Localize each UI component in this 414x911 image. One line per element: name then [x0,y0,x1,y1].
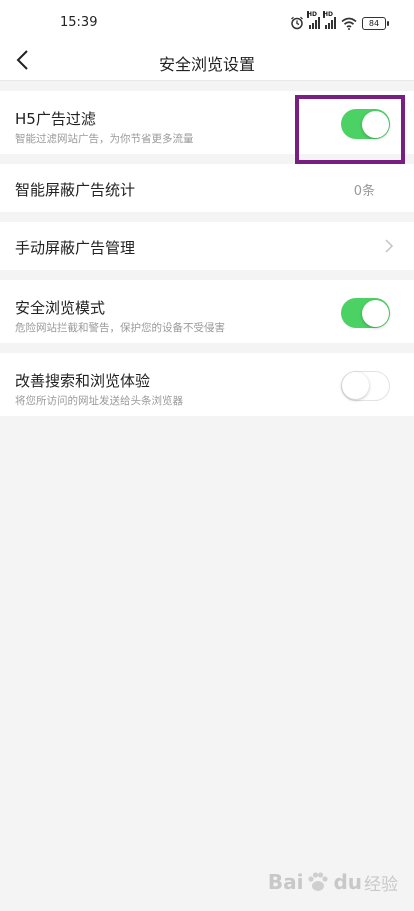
setting-manual-ad-block[interactable]: 手动屏蔽广告管理 [0,222,414,270]
ad-block-count: 0条 [353,184,375,199]
chevron-right-icon [385,239,394,253]
safe-browsing-toggle[interactable] [341,298,390,328]
hd-badge: HD [307,11,318,18]
improve-search-toggle[interactable] [341,371,390,401]
watermark-brand: Bai [267,870,304,894]
nav-bar: 安全浏览设置 [0,46,414,81]
setting-label: 手动屏蔽广告管理 [15,239,136,257]
highlight-box [295,95,405,164]
setting-description: 智能过滤网站广告，为你节省更多流量 [15,133,194,145]
watermark-cn: 经验 [364,874,398,895]
setting-improve-search: 改善搜索和浏览体验 将您所访问的网址发送给头条浏览器 [0,353,414,416]
signal-icon: HD [307,11,320,29]
signal-icon: HD [323,11,336,29]
setting-safe-browsing: 安全浏览模式 危险网站拦截和警告，保护您的设备不受侵害 [0,280,414,343]
watermark-brand-tail: du [333,870,362,894]
alarm-icon [291,16,303,30]
setting-label: 改善搜索和浏览体验 [15,372,151,390]
battery-icon: 84 [362,16,389,30]
status-icons: HD HD 84 [290,11,389,32]
paw-icon [308,872,329,891]
status-time: 15:39 [60,15,98,30]
page-title: 安全浏览设置 [158,55,255,74]
setting-description: 危险网站拦截和警告，保护您的设备不受侵害 [15,322,225,334]
setting-ad-block-stats[interactable]: 智能屏蔽广告统计 0条 [0,164,414,212]
setting-description: 将您所访问的网址发送给头条浏览器 [15,395,183,407]
setting-label: H5广告过滤 [15,110,96,128]
hd-badge: HD [323,11,334,18]
setting-label: 智能屏蔽广告统计 [15,181,136,199]
setting-label: 安全浏览模式 [15,299,106,317]
battery-level: 84 [368,18,380,28]
wifi-icon [341,17,357,30]
status-bar: 15:39 HD HD 84 [0,0,414,46]
toggle-knob [342,372,369,399]
baidu-jingyan-watermark: Bai du 经验 [268,869,398,895]
toggle-knob [361,299,389,327]
